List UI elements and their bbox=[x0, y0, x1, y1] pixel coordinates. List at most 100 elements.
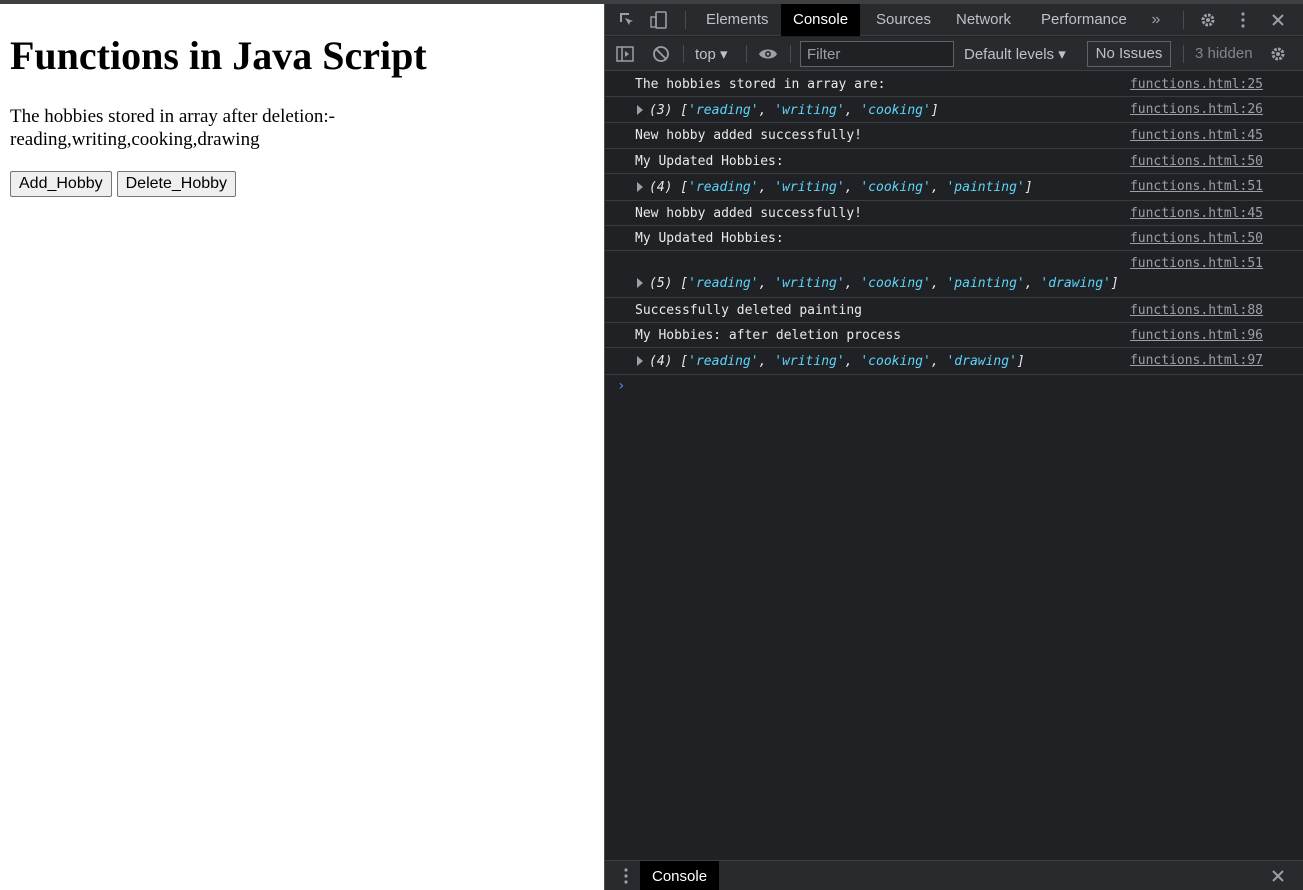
expand-triangle-icon[interactable] bbox=[637, 356, 643, 366]
console-messages: The hobbies stored in array are: functio… bbox=[605, 72, 1303, 401]
expand-triangle-icon[interactable] bbox=[637, 105, 643, 115]
context-selector[interactable]: top ▾ bbox=[695, 45, 728, 63]
page-title: Functions in Java Script bbox=[10, 33, 427, 78]
array-item: 'painting' bbox=[946, 276, 1025, 291]
clear-console-icon[interactable] bbox=[651, 44, 671, 64]
source-link[interactable]: functions.html:25 bbox=[1130, 77, 1263, 92]
console-row: (3) ['reading', 'writing', 'cooking'] fu… bbox=[605, 97, 1303, 123]
devtools-tab-bar: Elements Console Sources Network Perform… bbox=[605, 4, 1303, 36]
kebab-menu-icon[interactable] bbox=[1233, 10, 1253, 30]
array-item: 'reading' bbox=[688, 276, 759, 291]
source-link[interactable]: functions.html:50 bbox=[1130, 231, 1263, 246]
log-message: Successfully deleted painting bbox=[635, 303, 862, 318]
dropdown-arrow-icon: ▾ bbox=[720, 46, 728, 63]
array-item: 'cooking' bbox=[860, 276, 931, 291]
array-item: 'cooking' bbox=[860, 180, 931, 195]
console-row: (4) ['reading', 'writing', 'cooking', 'd… bbox=[605, 348, 1303, 375]
source-link[interactable]: functions.html:51 bbox=[1130, 256, 1263, 271]
log-message: New hobby added successfully! bbox=[635, 206, 862, 221]
array-item: 'writing' bbox=[774, 180, 845, 195]
hobbies-list-text: reading,writing,cooking,drawing bbox=[10, 129, 260, 150]
array-item: 'writing' bbox=[774, 276, 845, 291]
tab-network[interactable]: Network bbox=[944, 4, 1023, 36]
array-item: 'writing' bbox=[774, 103, 845, 118]
console-row: My Updated Hobbies: functions.html:50 bbox=[605, 149, 1303, 174]
source-link[interactable]: functions.html:51 bbox=[1130, 179, 1263, 194]
source-link[interactable]: functions.html:88 bbox=[1130, 303, 1263, 318]
toolbar-separator bbox=[1183, 45, 1184, 63]
device-toolbar-icon[interactable] bbox=[649, 10, 669, 30]
drawer-tab-console[interactable]: Console bbox=[640, 861, 720, 890]
log-message: The hobbies stored in array are: bbox=[635, 77, 886, 92]
array-item: 'writing' bbox=[774, 354, 845, 369]
array-count: (4) [ bbox=[649, 180, 689, 195]
console-row: My Updated Hobbies: functions.html:50 bbox=[605, 226, 1303, 251]
issues-button[interactable]: No Issues bbox=[1087, 41, 1171, 67]
array-item: 'reading' bbox=[688, 103, 759, 118]
gear-icon[interactable] bbox=[1198, 10, 1218, 30]
array-item: 'cooking' bbox=[860, 354, 931, 369]
array-item: 'drawing' bbox=[1040, 276, 1111, 291]
inspect-element-icon[interactable] bbox=[617, 10, 637, 30]
console-row: (4) ['reading', 'writing', 'cooking', 'p… bbox=[605, 174, 1303, 201]
tab-performance[interactable]: Performance bbox=[1029, 4, 1139, 36]
source-link[interactable]: functions.html:45 bbox=[1130, 128, 1263, 143]
console-row: functions.html:51 (5) ['reading', 'writi… bbox=[605, 251, 1303, 298]
array-item: 'reading' bbox=[688, 180, 759, 195]
array-preview[interactable]: (3) ['reading', 'writing', 'cooking'] bbox=[649, 103, 939, 118]
console-prompt-icon: › bbox=[617, 378, 626, 394]
array-item: 'drawing' bbox=[946, 354, 1017, 369]
source-link[interactable]: functions.html:26 bbox=[1130, 102, 1263, 117]
array-preview[interactable]: (5) ['reading', 'writing', 'cooking', 'p… bbox=[649, 276, 1119, 291]
array-count: (3) [ bbox=[649, 103, 689, 118]
add-hobby-button[interactable]: Add_Hobby bbox=[10, 171, 112, 197]
array-preview[interactable]: (4) ['reading', 'writing', 'cooking', 'p… bbox=[649, 180, 1033, 195]
array-count: (4) [ bbox=[649, 354, 689, 369]
chevron-double-right-icon[interactable]: » bbox=[1146, 10, 1166, 30]
live-expression-eye-icon[interactable] bbox=[758, 44, 778, 64]
console-filter-input[interactable] bbox=[800, 41, 954, 67]
sidebar-toggle-icon[interactable] bbox=[615, 44, 635, 64]
hobbies-paragraph: The hobbies stored in array after deleti… bbox=[10, 105, 410, 151]
console-row: New hobby added successfully! functions.… bbox=[605, 201, 1303, 226]
source-link[interactable]: functions.html:50 bbox=[1130, 154, 1263, 169]
log-message: My Hobbies: after deletion process bbox=[635, 328, 902, 343]
console-row: My Hobbies: after deletion process funct… bbox=[605, 323, 1303, 348]
source-link[interactable]: functions.html:45 bbox=[1130, 206, 1263, 221]
array-preview[interactable]: (4) ['reading', 'writing', 'cooking', 'd… bbox=[649, 354, 1025, 369]
close-icon[interactable] bbox=[1268, 10, 1288, 30]
drawer-bar: Console bbox=[605, 860, 1303, 890]
tab-separator bbox=[1183, 11, 1184, 29]
tab-console[interactable]: Console bbox=[781, 4, 861, 36]
hobbies-heading-text: The hobbies stored in array after deleti… bbox=[10, 106, 335, 127]
console-row: Successfully deleted painting functions.… bbox=[605, 298, 1303, 323]
drawer-close-icon[interactable] bbox=[1268, 866, 1288, 886]
log-levels-dropdown[interactable]: Default levels ▾ bbox=[964, 45, 1066, 63]
array-item: 'reading' bbox=[688, 354, 759, 369]
console-row: New hobby added successfully! functions.… bbox=[605, 123, 1303, 149]
hidden-messages-count: 3 hidden bbox=[1195, 45, 1253, 62]
dropdown-arrow-icon: ▾ bbox=[1058, 46, 1066, 63]
toolbar-separator bbox=[683, 45, 684, 63]
tab-sources[interactable]: Sources bbox=[864, 4, 943, 36]
expand-triangle-icon[interactable] bbox=[637, 182, 643, 192]
console-settings-gear-icon[interactable] bbox=[1268, 44, 1288, 64]
context-label: top bbox=[695, 46, 716, 63]
console-row: The hobbies stored in array are: functio… bbox=[605, 72, 1303, 97]
expand-triangle-icon[interactable] bbox=[637, 278, 643, 288]
log-message: My Updated Hobbies: bbox=[635, 231, 784, 246]
button-group: Add_Hobby Delete_Hobby bbox=[10, 171, 237, 197]
drawer-menu-icon[interactable] bbox=[616, 866, 636, 886]
tab-elements[interactable]: Elements bbox=[694, 4, 781, 36]
array-item: 'painting' bbox=[946, 180, 1025, 195]
array-count: (5) [ bbox=[649, 276, 689, 291]
log-message: New hobby added successfully! bbox=[635, 128, 862, 143]
tab-separator bbox=[685, 11, 686, 29]
devtools-panel: Elements Console Sources Network Perform… bbox=[604, 4, 1303, 890]
array-item: 'cooking' bbox=[860, 103, 931, 118]
page-viewport: Functions in Java Script The hobbies sto… bbox=[0, 4, 604, 890]
console-prompt-row[interactable]: › bbox=[605, 375, 1303, 401]
delete-hobby-button[interactable]: Delete_Hobby bbox=[116, 171, 237, 197]
source-link[interactable]: functions.html:97 bbox=[1130, 353, 1263, 368]
source-link[interactable]: functions.html:96 bbox=[1130, 328, 1263, 343]
